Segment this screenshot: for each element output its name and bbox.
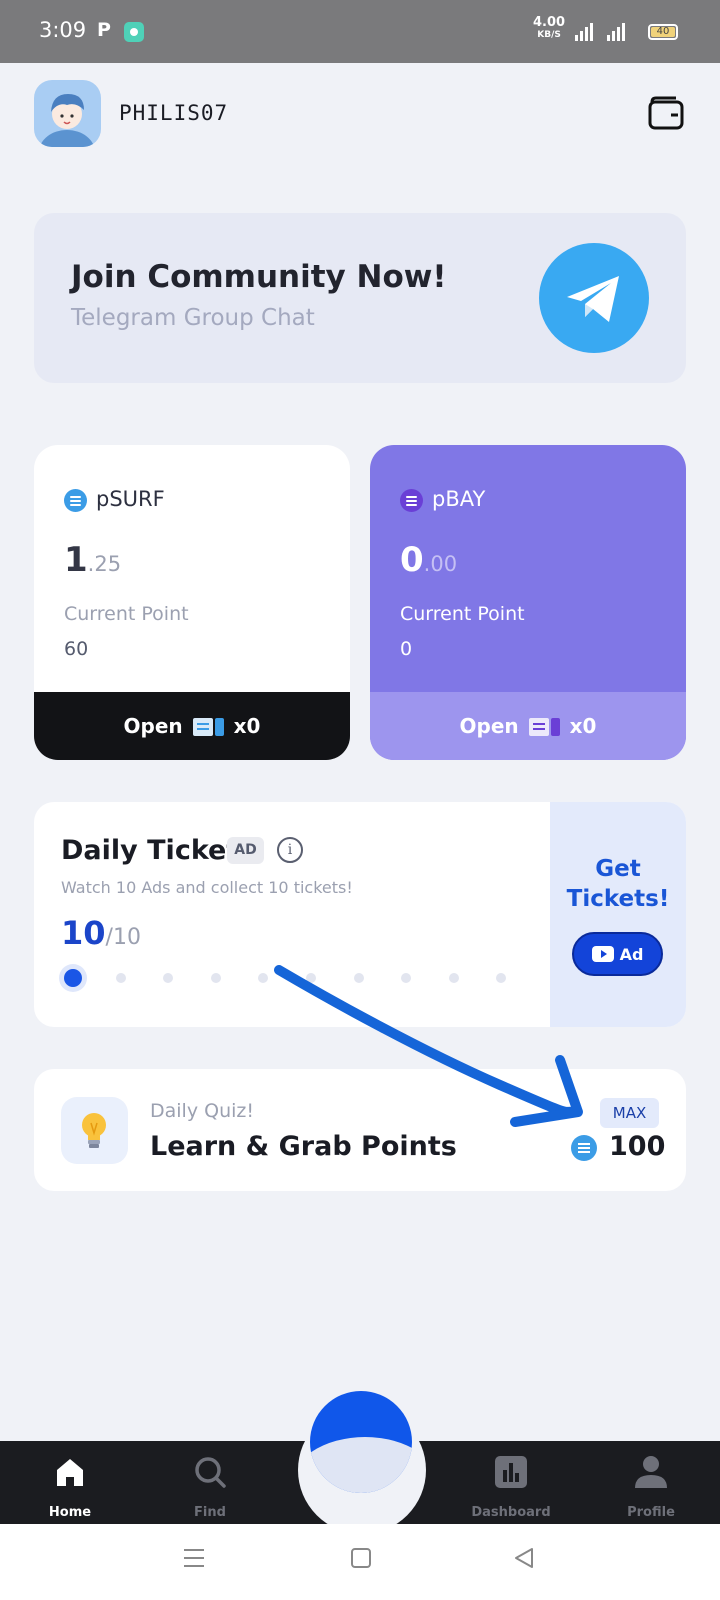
nav-profile[interactable]: Profile [596,1441,706,1524]
ticket-icon [192,717,224,736]
network-speed: 4.00 KB/S [533,15,566,40]
get-tickets-label: Get Tickets! [566,856,670,912]
nav-dashboard[interactable]: Dashboard [456,1441,566,1524]
home-square-icon[interactable] [350,1547,372,1569]
psurf-open-label: Open [123,714,183,738]
daily-ticket-card: Daily Ticket AD i Watch 10 Ads and colle… [34,802,686,1027]
psurf-coin-icon [571,1135,597,1161]
home-icon [57,1459,83,1486]
max-badge: MAX [600,1098,659,1128]
nav-find-label: Find [194,1505,226,1520]
lightbulb-icon [61,1097,128,1164]
progress-dot [353,973,364,983]
nav-profile-label: Profile [627,1505,675,1520]
quiz-subtitle: Daily Quiz! [150,1100,254,1122]
system-nav-bar [0,1524,720,1600]
pbay-card[interactable]: pBAY 0.00 Current Point 0 Open x0 [370,445,686,760]
avatar[interactable] [34,80,101,147]
center-action-button[interactable] [310,1391,412,1493]
pbay-open-label: Open [459,714,519,738]
pbay-coin-icon [400,489,423,512]
signal-icon-1 [575,21,593,41]
psurf-point-label: Current Point [64,603,189,625]
daily-ticket-description: Watch 10 Ads and collect 10 tickets! [61,878,353,897]
community-banner[interactable]: Join Community Now! Telegram Group Chat [34,213,686,383]
ticket-icon [528,717,560,736]
progress-dot [115,973,126,983]
search-icon [195,1457,226,1488]
nav-home[interactable]: Home [15,1441,125,1524]
pbay-value: 0.00 [400,540,458,580]
pbay-ticket-count: x0 [569,714,597,738]
status-bar: 3:09 P 4.00 KB/S 40 [0,0,720,63]
daily-quiz-card[interactable]: Daily Quiz! Learn & Grab Points MAX 100 [34,1069,686,1191]
quiz-title: Learn & Grab Points [150,1131,457,1162]
psurf-value: 1.25 [64,540,122,580]
progress-dot [306,973,316,983]
pbay-point-label: Current Point [400,603,525,625]
psurf-points: 60 [64,638,89,660]
nav-home-label: Home [48,1505,92,1520]
psurf-name: pSURF [96,487,165,511]
progress-dot [448,973,459,983]
menu-icon[interactable] [183,1547,205,1569]
info-icon[interactable]: i [277,837,303,863]
banner-title: Join Community Now! [71,259,447,295]
ad-badge: AD [227,837,264,864]
psurf-coin-icon [64,489,87,512]
psurf-card[interactable]: pSURF 1.25 Current Point 60 Open x0 [34,445,350,760]
progress-dot [64,969,82,987]
nav-find[interactable]: Find [155,1441,265,1524]
play-icon [591,946,614,962]
battery-icon: 40 [648,24,678,40]
parking-app-icon: P [97,19,111,41]
chat-app-icon [124,22,144,42]
username: PHILIS07 [119,101,229,125]
pbay-name: pBAY [432,487,486,511]
ticket-count: 10/10 [61,914,141,952]
psurf-open-button[interactable]: Open x0 [34,692,350,760]
telegram-icon[interactable] [539,243,649,353]
watch-ad-button[interactable]: Ad [572,932,663,976]
back-icon[interactable] [513,1547,535,1569]
progress-dot [210,973,221,983]
get-tickets-panel: Get Tickets! Ad [550,802,686,1027]
daily-ticket-title: Daily Ticket [61,835,240,866]
banner-subtitle: Telegram Group Chat [71,305,315,331]
person-icon [635,1456,667,1488]
nav-dashboard-label: Dashboard [471,1505,551,1520]
psurf-ticket-count: x0 [233,714,261,738]
chart-icon [495,1456,527,1488]
pbay-points: 0 [400,638,413,660]
status-time: 3:09 [39,18,87,42]
signal-icon-2 [607,21,625,41]
pbay-open-button[interactable]: Open x0 [370,692,686,760]
wallet-icon[interactable] [648,96,684,130]
watch-ad-label: Ad [619,944,644,964]
quiz-points: 100 [609,1131,666,1162]
